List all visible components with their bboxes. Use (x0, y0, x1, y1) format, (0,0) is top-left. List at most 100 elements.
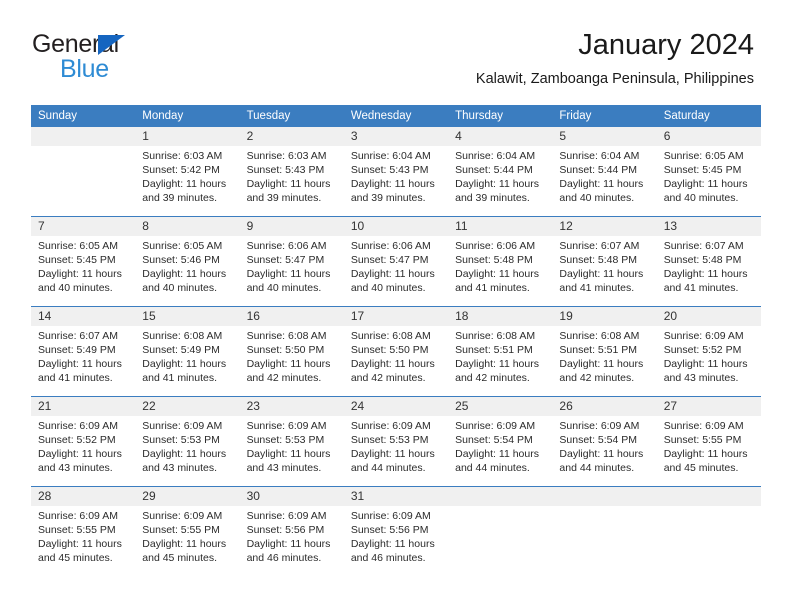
day-cell[interactable]: 30 Sunrise: 6:09 AM Sunset: 5:56 PM Dayligh… (239, 487, 344, 576)
day-number: 5 (552, 127, 657, 146)
calendar-cell: 9 Sunrise: 6:06 AM Sunset: 5:47 PM Daylight… (239, 216, 344, 307)
day-cell[interactable]: 29 Sunrise: 6:09 AM Sunset: 5:55 PM Dayligh… (135, 487, 240, 576)
sunrise-text: Sunrise: 6:05 AM (38, 240, 118, 252)
sunrise-text: Sunrise: 6:09 AM (350, 510, 431, 522)
calendar-grid: Sunday Monday Tuesday Wednesday Thursday Frid… (31, 105, 761, 576)
day-cell[interactable]: 27 Sunrise: 6:09 AM Sunset: 5:55 PM Dayligh… (656, 397, 761, 486)
day-cell[interactable]: 11 Sunrise: 6:06 AM Sunset: 5:48 PM Dayligh… (448, 217, 553, 306)
daylight-text: Daylight: 11 hours and 41 minutes. (142, 358, 227, 385)
sunrise-text: Sunrise: 6:05 AM (663, 150, 744, 162)
sunset-text: Sunset: 5:55 PM (142, 524, 220, 537)
calendar-week-row: 7 Sunrise: 6:05 AM Sunset: 5:45 PM Daylight… (31, 216, 761, 307)
calendar-cell (31, 127, 136, 217)
day-number: 24 (343, 397, 449, 416)
day-info: Sunrise: 6:07 AM Sunset: 5:48 PM Daylight:… (552, 236, 656, 295)
day-info: Sunrise: 6:09 AM Sunset: 5:56 PM Daylight:… (240, 506, 344, 565)
sunset-text: Sunset: 5:43 PM (246, 164, 325, 177)
day-cell[interactable]: 4 Sunrise: 6:04 AM Sunset: 5:44 PM Daylight… (448, 127, 553, 216)
day-cell[interactable]: 13 Sunrise: 6:07 AM Sunset: 5:48 PM Dayligh… (656, 217, 761, 306)
day-number: 22 (135, 397, 240, 416)
calendar-cell: 5 Sunrise: 6:04 AM Sunset: 5:44 PM Daylight… (552, 127, 657, 217)
sunrise-text: Sunrise: 6:04 AM (350, 150, 431, 162)
daylight-text: Daylight: 11 hours and 42 minutes. (455, 358, 539, 385)
day-cell[interactable]: 3 Sunrise: 6:04 AM Sunset: 5:43 PM Daylight… (343, 127, 449, 216)
page-title: January 2024 (578, 29, 754, 61)
daylight-text: Daylight: 11 hours and 40 minutes. (246, 268, 331, 295)
day-cell[interactable]: 31 Sunrise: 6:09 AM Sunset: 5:56 PM Dayligh… (343, 487, 449, 576)
daylight-text: Daylight: 11 hours and 39 minutes. (455, 178, 539, 205)
calendar-cell: 3 Sunrise: 6:04 AM Sunset: 5:43 PM Daylight… (343, 127, 449, 217)
calendar-cell: 26 Sunrise: 6:09 AM Sunset: 5:54 PM Dayligh… (552, 396, 657, 487)
day-number: 23 (239, 397, 344, 416)
calendar-cell: 12 Sunrise: 6:07 AM Sunset: 5:48 PM Dayligh… (552, 216, 657, 307)
sunrise-text: Sunrise: 6:06 AM (455, 240, 536, 252)
logo-text-blue: Blue (60, 55, 109, 83)
generalblue-logo[interactable]: General Blue (32, 30, 232, 88)
calendar-cell: 21 Sunrise: 6:09 AM Sunset: 5:52 PM Dayligh… (31, 396, 136, 487)
sunrise-text: Sunrise: 6:09 AM (142, 510, 223, 522)
day-cell[interactable]: 21 Sunrise: 6:09 AM Sunset: 5:52 PM Dayligh… (31, 397, 136, 486)
day-number: 29 (135, 487, 240, 506)
day-cell[interactable]: 12 Sunrise: 6:07 AM Sunset: 5:48 PM Dayligh… (552, 217, 657, 306)
day-number: 11 (448, 217, 553, 236)
daylight-text: Daylight: 11 hours and 45 minutes. (38, 538, 122, 565)
daylight-text: Daylight: 11 hours and 40 minutes. (142, 268, 227, 295)
day-number: 2 (239, 127, 344, 146)
day-info: Sunrise: 6:09 AM Sunset: 5:54 PM Daylight:… (448, 416, 552, 475)
day-cell[interactable]: 18 Sunrise: 6:08 AM Sunset: 5:51 PM Dayligh… (448, 307, 553, 396)
sunrise-text: Sunrise: 6:07 AM (559, 240, 640, 252)
day-cell[interactable]: 10 Sunrise: 6:06 AM Sunset: 5:47 PM Dayligh… (343, 217, 449, 306)
day-cell[interactable]: 20 Sunrise: 6:09 AM Sunset: 5:52 PM Dayligh… (656, 307, 761, 396)
day-cell[interactable]: 16 Sunrise: 6:08 AM Sunset: 5:50 PM Dayligh… (239, 307, 344, 396)
daylight-text: Daylight: 11 hours and 40 minutes. (559, 178, 644, 205)
day-cell[interactable]: 7 Sunrise: 6:05 AM Sunset: 5:45 PM Daylight… (31, 217, 136, 306)
sunrise-text: Sunrise: 6:08 AM (559, 330, 640, 342)
sunrise-text: Sunrise: 6:09 AM (455, 420, 536, 432)
day-number: 18 (448, 307, 553, 326)
sunset-text: Sunset: 5:50 PM (350, 344, 429, 357)
day-number (31, 127, 136, 146)
day-cell[interactable]: 23 Sunrise: 6:09 AM Sunset: 5:53 PM Dayligh… (239, 397, 344, 486)
daylight-text: Daylight: 11 hours and 44 minutes. (559, 448, 644, 475)
day-cell[interactable]: 1 Sunrise: 6:03 AM Sunset: 5:42 PM Daylight… (135, 127, 240, 216)
daylight-text: Daylight: 11 hours and 41 minutes. (559, 268, 644, 295)
day-number: 8 (135, 217, 240, 236)
sunrise-text: Sunrise: 6:09 AM (246, 510, 327, 522)
day-cell[interactable]: 26 Sunrise: 6:09 AM Sunset: 5:54 PM Dayligh… (552, 397, 657, 486)
calendar-cell: 1 Sunrise: 6:03 AM Sunset: 5:42 PM Daylight… (135, 127, 240, 217)
daylight-text: Daylight: 11 hours and 45 minutes. (663, 448, 748, 475)
calendar-cell: 20 Sunrise: 6:09 AM Sunset: 5:52 PM Dayligh… (656, 306, 761, 397)
daylight-text: Daylight: 11 hours and 45 minutes. (142, 538, 227, 565)
day-cell[interactable]: 14 Sunrise: 6:07 AM Sunset: 5:49 PM Dayligh… (31, 307, 136, 396)
day-info: Sunrise: 6:09 AM Sunset: 5:53 PM Daylight:… (240, 416, 344, 475)
day-cell[interactable]: 15 Sunrise: 6:08 AM Sunset: 5:49 PM Dayligh… (135, 307, 240, 396)
sunset-text: Sunset: 5:47 PM (246, 254, 325, 267)
day-cell[interactable]: 2 Sunrise: 6:03 AM Sunset: 5:43 PM Daylight… (239, 127, 344, 216)
day-number: 12 (552, 217, 657, 236)
day-cell[interactable]: 28 Sunrise: 6:09 AM Sunset: 5:55 PM Dayligh… (31, 487, 136, 576)
day-cell[interactable]: 8 Sunrise: 6:05 AM Sunset: 5:46 PM Daylight… (135, 217, 240, 306)
day-number: 13 (656, 217, 761, 236)
day-number: 4 (448, 127, 553, 146)
day-cell[interactable]: 24 Sunrise: 6:09 AM Sunset: 5:53 PM Dayligh… (343, 397, 449, 486)
day-cell[interactable]: 17 Sunrise: 6:08 AM Sunset: 5:50 PM Dayligh… (343, 307, 449, 396)
day-cell[interactable]: 5 Sunrise: 6:04 AM Sunset: 5:44 PM Daylight… (552, 127, 657, 216)
day-info: Sunrise: 6:09 AM Sunset: 5:55 PM Daylight:… (135, 506, 239, 565)
calendar-cell: 14 Sunrise: 6:07 AM Sunset: 5:49 PM Dayligh… (31, 306, 136, 397)
calendar-cell: 23 Sunrise: 6:09 AM Sunset: 5:53 PM Dayligh… (239, 396, 344, 487)
sunset-text: Sunset: 5:50 PM (246, 344, 325, 357)
daylight-text: Daylight: 11 hours and 43 minutes. (246, 448, 331, 475)
day-cell[interactable]: 19 Sunrise: 6:08 AM Sunset: 5:51 PM Dayligh… (552, 307, 657, 396)
calendar-week-row: 21 Sunrise: 6:09 AM Sunset: 5:52 PM Dayligh… (31, 396, 761, 487)
page-header: General Blue January 2024 Kalawit, Zambo… (0, 0, 792, 100)
day-cell[interactable]: 6 Sunrise: 6:05 AM Sunset: 5:45 PM Daylight… (656, 127, 761, 216)
day-info: Sunrise: 6:05 AM Sunset: 5:45 PM Daylight:… (31, 236, 135, 295)
day-cell[interactable]: 9 Sunrise: 6:06 AM Sunset: 5:47 PM Daylight… (239, 217, 344, 306)
calendar-cell (656, 486, 761, 576)
day-cell[interactable]: 25 Sunrise: 6:09 AM Sunset: 5:54 PM Dayligh… (448, 397, 553, 486)
daylight-text: Daylight: 11 hours and 40 minutes. (350, 268, 435, 295)
calendar-page: General Blue January 2024 Kalawit, Zambo… (0, 0, 792, 612)
day-info: Sunrise: 6:03 AM Sunset: 5:42 PM Daylight:… (135, 146, 239, 205)
day-cell[interactable]: 22 Sunrise: 6:09 AM Sunset: 5:53 PM Dayligh… (135, 397, 240, 486)
day-number: 25 (448, 397, 553, 416)
